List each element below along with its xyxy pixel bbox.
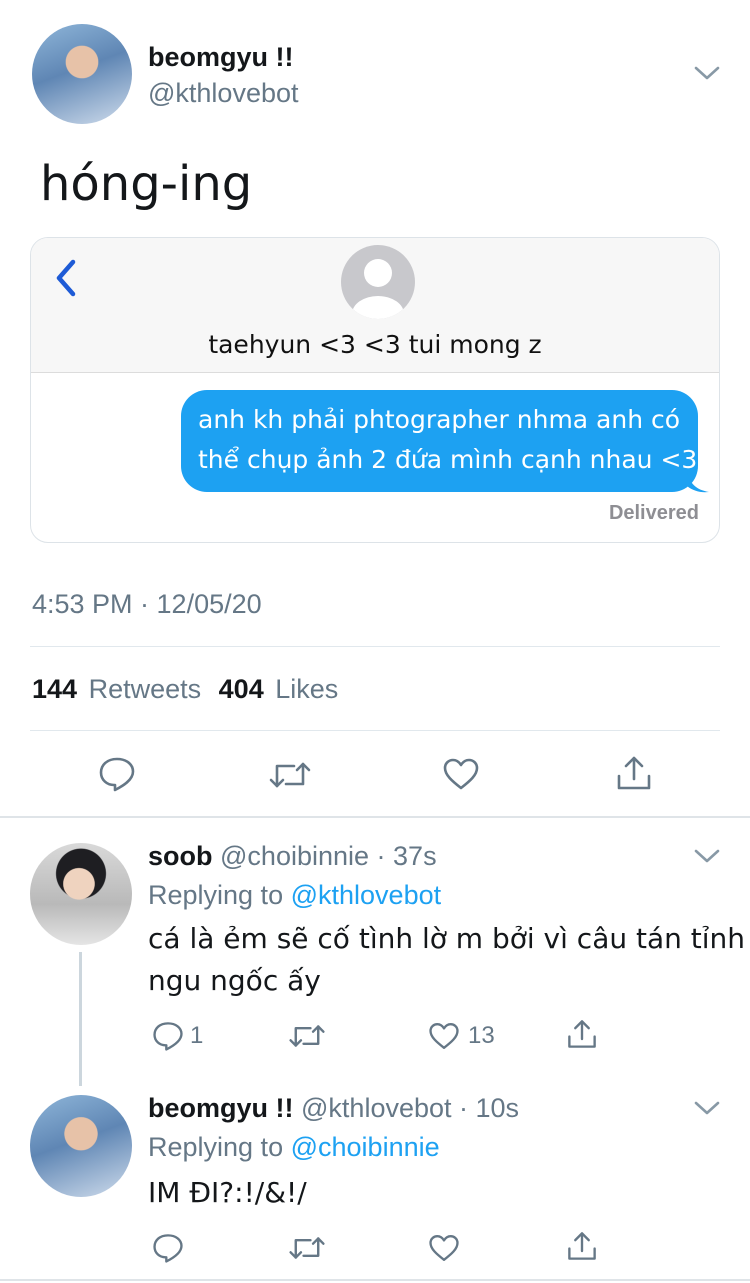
chevron-down-icon[interactable] <box>694 64 720 82</box>
reply-icon[interactable] <box>152 1232 184 1264</box>
attached-image[interactable]: taehyun <3 <3 tui mong z anh kh phải pht… <box>30 237 720 543</box>
section-separator <box>0 816 750 818</box>
reply-text-line-1: cá là ẻm sẽ cố tình lờ m bởi vì câu tán … <box>148 922 746 955</box>
chevron-down-icon[interactable] <box>694 847 720 865</box>
message-line-1: anh kh phải phtographer nhma anh có <box>198 405 681 434</box>
likes-label[interactable]: Likes <box>275 674 338 704</box>
retweet-icon[interactable] <box>288 1021 326 1051</box>
retweet-icon[interactable] <box>268 758 312 792</box>
replying-handle[interactable]: @kthlovebot <box>291 880 442 910</box>
tweet-stats: 144 Retweets 404 Likes <box>32 674 338 705</box>
share-icon[interactable] <box>566 1230 598 1262</box>
divider <box>30 646 720 647</box>
reply-text-line-1: IM ĐI?:!/&!/ <box>148 1176 307 1209</box>
bottom-divider <box>0 1279 750 1281</box>
reply-header: beomgyu !! @kthlovebot · 10s <box>148 1093 519 1124</box>
retweets-count[interactable]: 144 <box>32 674 77 704</box>
contact-name: taehyun <3 <3 tui mong z <box>208 330 542 359</box>
replying-label: Replying to <box>148 880 284 910</box>
bubble-tail-icon <box>687 470 711 494</box>
author-handle[interactable]: @kthlovebot <box>148 78 299 109</box>
back-chevron-icon <box>53 258 79 298</box>
author-handle[interactable]: @kthlovebot <box>301 1093 452 1123</box>
like-icon[interactable] <box>428 1021 460 1051</box>
author-name[interactable]: beomgyu !! <box>148 42 294 73</box>
like-icon[interactable] <box>442 757 480 791</box>
delivery-status: Delivered <box>608 502 699 524</box>
retweets-label[interactable]: Retweets <box>89 674 202 704</box>
chevron-down-icon[interactable] <box>694 1099 720 1117</box>
reply-icon[interactable] <box>98 756 136 792</box>
share-icon[interactable] <box>615 754 653 792</box>
reply-time[interactable]: · 37s <box>377 841 437 871</box>
share-icon[interactable] <box>566 1018 598 1050</box>
replying-to: Replying to @choibinnie <box>148 1132 440 1163</box>
like-icon[interactable] <box>428 1233 460 1263</box>
reply-header: soob @choibinnie · 37s <box>148 841 437 872</box>
message-bubble: anh kh phải phtographer nhma anh có thể … <box>181 390 698 492</box>
author-handle[interactable]: @choibinnie <box>220 841 369 871</box>
like-count: 13 <box>468 1022 495 1049</box>
avatar[interactable] <box>32 24 132 124</box>
author-name[interactable]: beomgyu !! <box>148 1093 294 1123</box>
replying-label: Replying to <box>148 1132 284 1162</box>
reply-count: 1 <box>190 1022 204 1049</box>
divider <box>30 730 720 731</box>
tweet-text: hóng-ing <box>40 156 253 212</box>
reply-text-line-2: ngu ngốc ấy <box>148 964 321 997</box>
likes-count[interactable]: 404 <box>219 674 264 704</box>
reply-icon[interactable] <box>152 1020 184 1052</box>
author-name[interactable]: soob <box>148 841 213 871</box>
retweet-icon[interactable] <box>288 1233 326 1263</box>
message-line-2: thể chụp ảnh 2 đứa mình cạnh nhau <3 <box>198 445 698 474</box>
tweet-timestamp[interactable]: 4:53 PM · 12/05/20 <box>32 589 262 620</box>
avatar[interactable] <box>30 843 132 945</box>
replying-handle[interactable]: @choibinnie <box>291 1132 440 1162</box>
contact-avatar-icon <box>340 244 416 320</box>
avatar[interactable] <box>30 1095 132 1197</box>
thread-line <box>79 952 82 1086</box>
reply-time[interactable]: · 10s <box>459 1093 519 1123</box>
replying-to: Replying to @kthlovebot <box>148 880 441 911</box>
